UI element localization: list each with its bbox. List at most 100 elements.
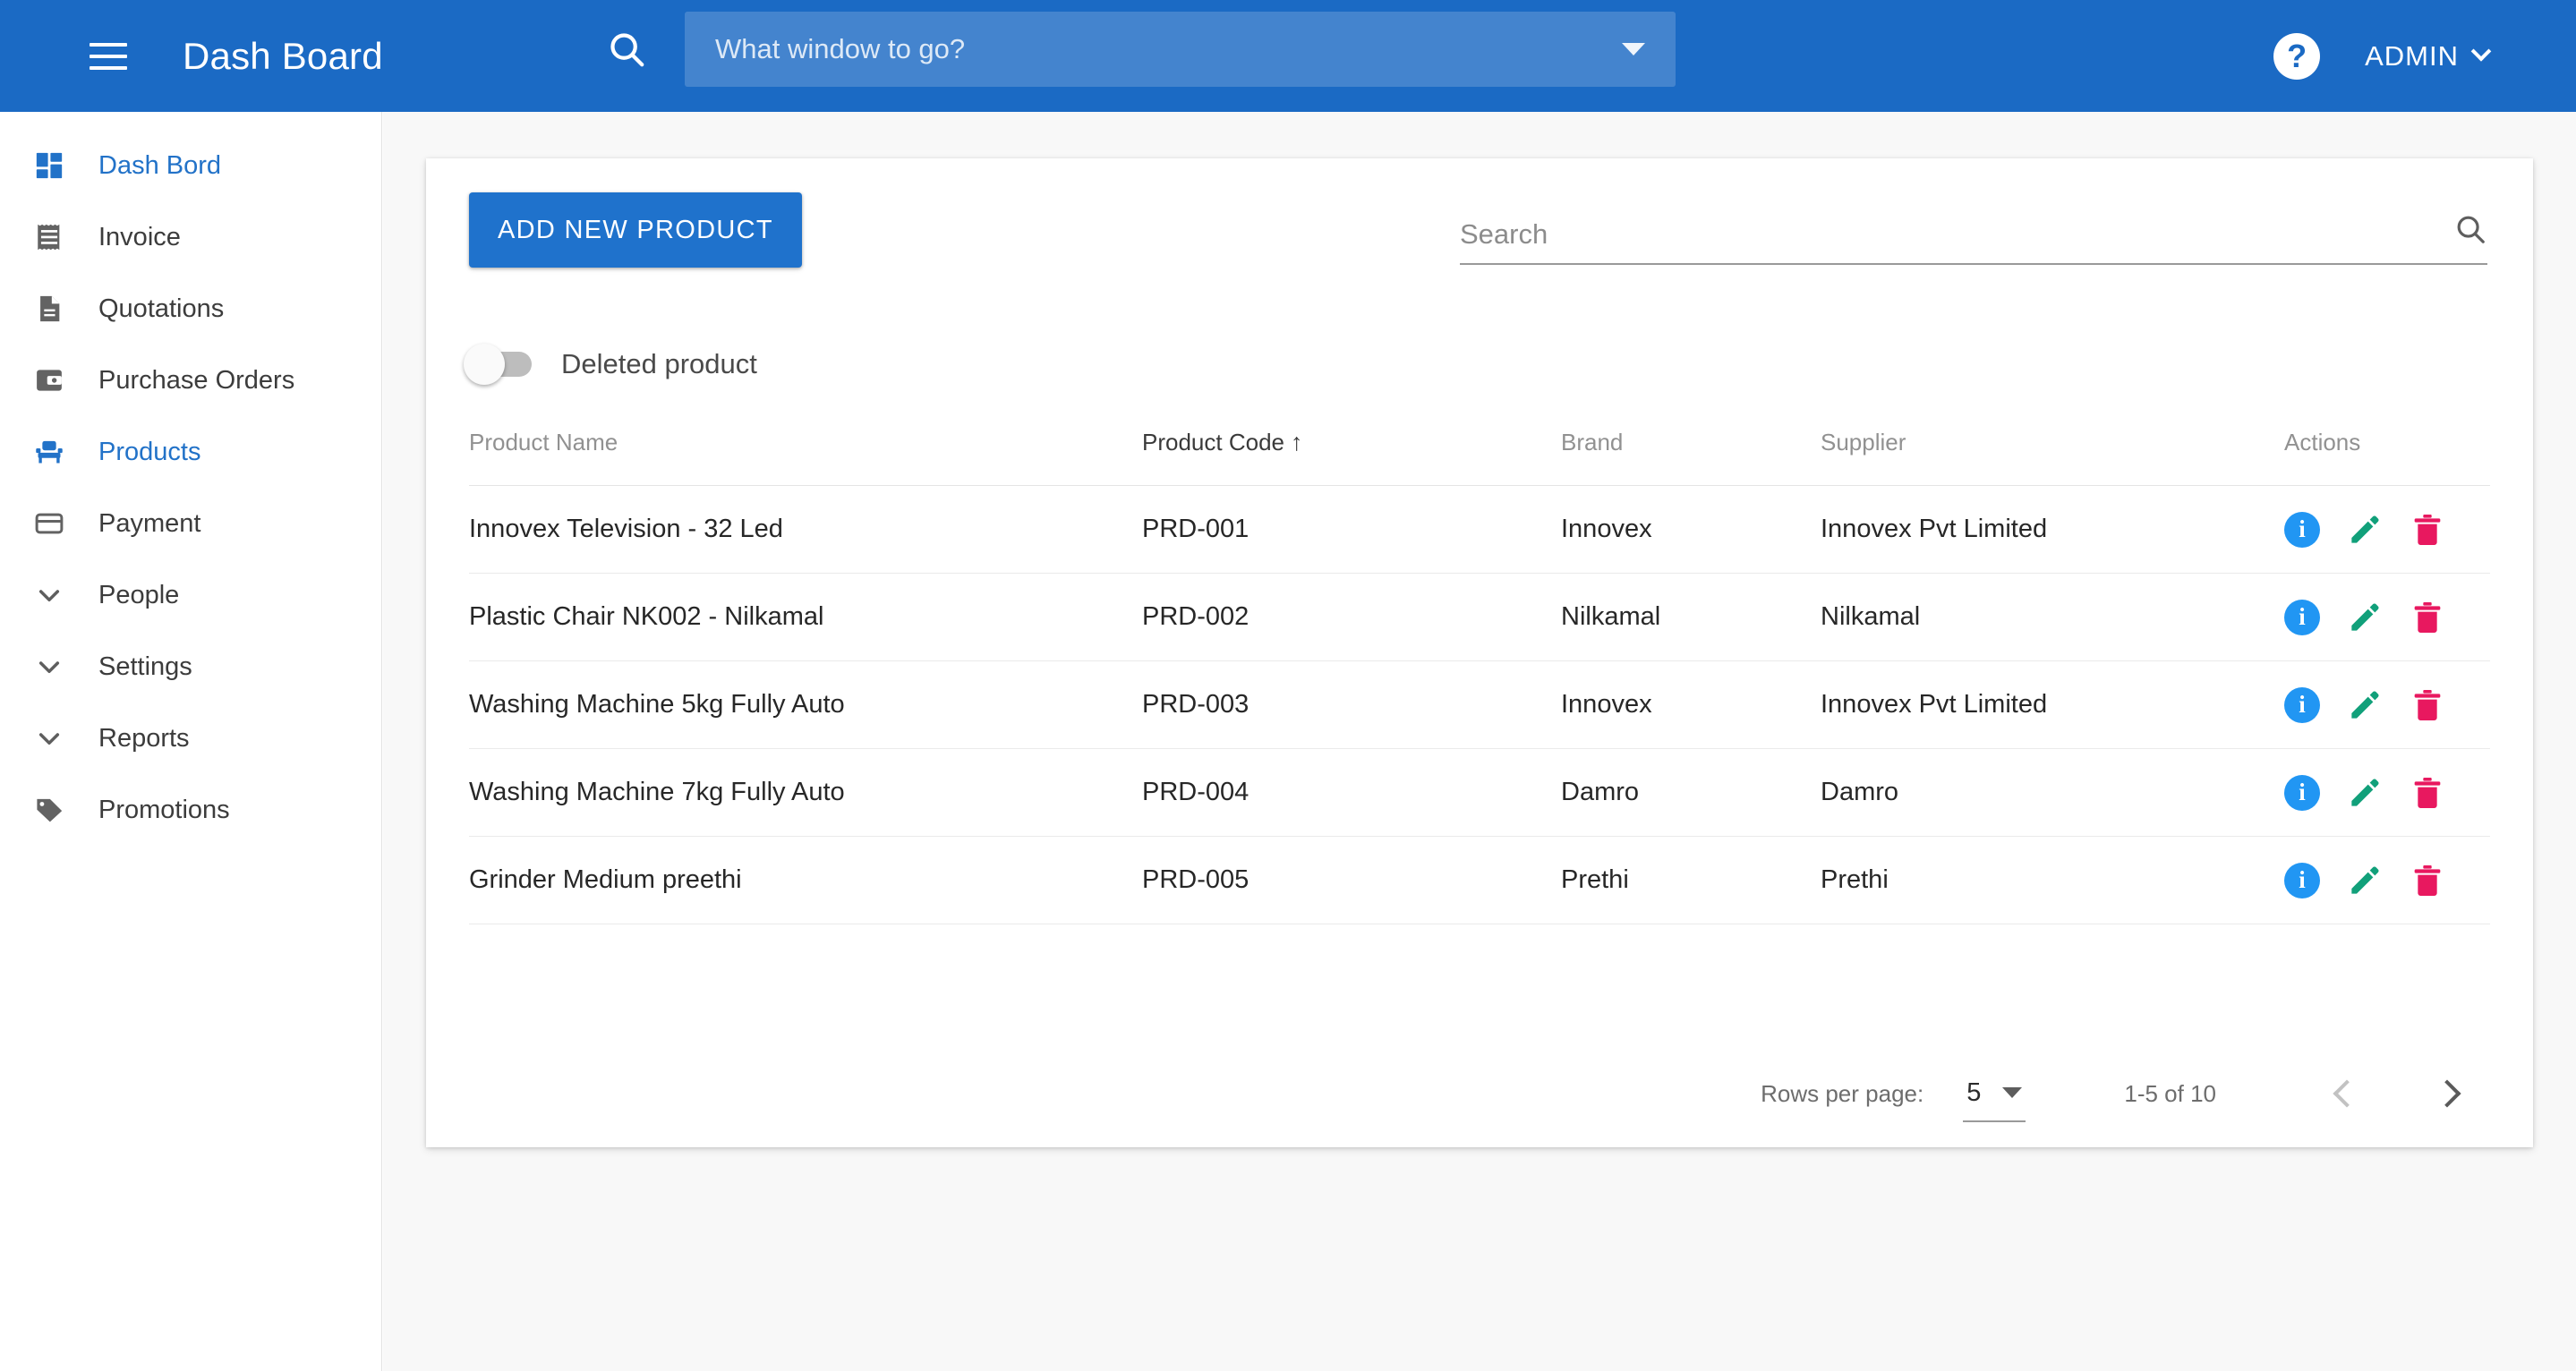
cell-supplier: Innovex Pvt Limited bbox=[1821, 660, 2284, 749]
pencil-edit-icon[interactable] bbox=[2347, 863, 2383, 898]
pagination-range-label: 1-5 of 10 bbox=[2124, 1079, 2216, 1107]
top-app-bar: Dash Board What window to go? ? ADMIN bbox=[0, 0, 2576, 112]
dashboard-grid-icon bbox=[0, 150, 98, 181]
next-page-button[interactable] bbox=[2413, 1060, 2481, 1128]
sidebar-item-label: Reports bbox=[98, 723, 190, 753]
row-action-group: i bbox=[2284, 686, 2490, 723]
products-card: ADD NEW PRODUCT Search Deleted product P… bbox=[426, 158, 2533, 1147]
search-icon[interactable] bbox=[601, 24, 652, 74]
trash-delete-icon[interactable] bbox=[2410, 687, 2445, 723]
invoice-receipt-icon bbox=[0, 222, 98, 252]
cell-supplier: Innovex Pvt Limited bbox=[1821, 485, 2284, 574]
table-row[interactable]: Innovex Television - 32 Led PRD-001 Inno… bbox=[469, 485, 2490, 574]
sidebar-item-products[interactable]: Products bbox=[0, 416, 381, 488]
sort-ascending-icon: ↑ bbox=[1290, 429, 1303, 456]
menu-bar-3 bbox=[90, 65, 127, 70]
column-label: Product Name bbox=[469, 429, 618, 456]
pencil-edit-icon[interactable] bbox=[2347, 687, 2383, 723]
trash-delete-icon[interactable] bbox=[2410, 512, 2445, 548]
search-icon[interactable] bbox=[2453, 212, 2487, 251]
column-header-product-code[interactable]: Product Code ↑ bbox=[1142, 429, 1561, 486]
table-header: Product Name Product Code ↑ Brand Supplie… bbox=[469, 429, 2490, 486]
column-label: Product Code bbox=[1142, 429, 1284, 456]
cell-product-name: Innovex Television - 32 Led bbox=[469, 485, 1142, 574]
table-row[interactable]: Washing Machine 5kg Fully Auto PRD-003 I… bbox=[469, 660, 2490, 749]
info-circle-icon[interactable]: i bbox=[2284, 599, 2320, 635]
sidebar-item-label: People bbox=[98, 580, 180, 609]
cell-actions: i bbox=[2284, 485, 2490, 574]
admin-menu-button[interactable]: ADMIN bbox=[2365, 40, 2492, 72]
rows-per-page-value: 5 bbox=[1966, 1077, 1982, 1107]
table-row[interactable]: Washing Machine 7kg Fully Auto PRD-004 D… bbox=[469, 748, 2490, 837]
sidebar-item-label: Invoice bbox=[98, 222, 181, 251]
caret-down-icon bbox=[2002, 1087, 2023, 1098]
sidebar-item-settings[interactable]: Settings bbox=[0, 631, 381, 703]
sidebar-item-dash-bord[interactable]: Dash Bord bbox=[0, 130, 381, 201]
trash-delete-icon[interactable] bbox=[2410, 775, 2445, 811]
rows-per-page-select[interactable]: 5 bbox=[1963, 1078, 2026, 1122]
cell-product-code: PRD-004 bbox=[1142, 748, 1561, 837]
cell-product-code: PRD-002 bbox=[1142, 573, 1561, 661]
info-circle-icon[interactable]: i bbox=[2284, 862, 2320, 898]
search-input[interactable]: Search bbox=[1460, 212, 2487, 265]
armchair-icon bbox=[0, 437, 98, 467]
info-circle-icon[interactable]: i bbox=[2284, 511, 2320, 548]
credit-card-icon bbox=[0, 508, 98, 539]
chevron-down-icon bbox=[0, 652, 98, 681]
cell-actions: i bbox=[2284, 836, 2490, 924]
global-search-input[interactable]: What window to go? bbox=[685, 12, 1676, 87]
pencil-edit-icon[interactable] bbox=[2347, 775, 2383, 811]
sidebar-item-promotions[interactable]: Promotions bbox=[0, 774, 381, 846]
table-row[interactable]: Plastic Chair NK002 - Nilkamal PRD-002 N… bbox=[469, 573, 2490, 661]
cell-product-name: Plastic Chair NK002 - Nilkamal bbox=[469, 573, 1142, 661]
cell-product-name: Washing Machine 5kg Fully Auto bbox=[469, 660, 1142, 749]
cell-brand: Innovex bbox=[1561, 485, 1821, 574]
previous-page-button[interactable] bbox=[2313, 1060, 2381, 1128]
sidebar-item-people[interactable]: People bbox=[0, 559, 381, 631]
row-action-group: i bbox=[2284, 511, 2490, 548]
sidebar-item-invoice[interactable]: Invoice bbox=[0, 201, 381, 273]
global-search-placeholder: What window to go? bbox=[715, 33, 966, 64]
pencil-edit-icon[interactable] bbox=[2347, 512, 2383, 548]
tag-icon bbox=[0, 795, 98, 825]
sidebar-item-label: Promotions bbox=[98, 795, 230, 824]
sidebar-item-payment[interactable]: Payment bbox=[0, 488, 381, 559]
sidebar-item-reports[interactable]: Reports bbox=[0, 703, 381, 774]
app-bar-right-actions: ? ADMIN bbox=[2273, 0, 2492, 112]
rows-per-page-label: Rows per page: bbox=[1761, 1079, 1924, 1107]
column-header-product-name[interactable]: Product Name bbox=[469, 429, 1142, 486]
help-question-icon[interactable]: ? bbox=[2273, 32, 2321, 80]
column-header-actions: Actions bbox=[2284, 429, 2490, 486]
sidebar-item-label: Payment bbox=[98, 508, 201, 538]
wallet-icon bbox=[0, 365, 98, 396]
column-header-brand[interactable]: Brand bbox=[1561, 429, 1821, 486]
info-circle-icon[interactable]: i bbox=[2284, 774, 2320, 811]
cell-product-name: Grinder Medium preethi bbox=[469, 836, 1142, 924]
add-new-product-button[interactable]: ADD NEW PRODUCT bbox=[469, 192, 802, 268]
table-row[interactable]: Grinder Medium preethi PRD-005 Prethi Pr… bbox=[469, 836, 2490, 924]
trash-delete-icon[interactable] bbox=[2410, 863, 2445, 898]
chevron-down-icon bbox=[0, 724, 98, 753]
cell-supplier: Damro bbox=[1821, 748, 2284, 837]
info-circle-icon[interactable]: i bbox=[2284, 686, 2320, 723]
document-icon bbox=[0, 294, 98, 324]
column-header-supplier[interactable]: Supplier bbox=[1821, 429, 2284, 486]
sidebar-item-quotations[interactable]: Quotations bbox=[0, 273, 381, 345]
deleted-product-toggle[interactable] bbox=[464, 344, 532, 385]
sidebar-item-label: Settings bbox=[98, 651, 192, 681]
sidebar-item-label: Quotations bbox=[98, 294, 225, 323]
cell-brand: Prethi bbox=[1561, 836, 1821, 924]
chevron-right-icon bbox=[2433, 1079, 2461, 1108]
trash-delete-icon[interactable] bbox=[2410, 600, 2445, 635]
caret-down-icon[interactable] bbox=[1622, 43, 1645, 55]
cell-brand: Innovex bbox=[1561, 660, 1821, 749]
pencil-edit-icon[interactable] bbox=[2347, 600, 2383, 635]
chevron-down-icon bbox=[0, 581, 98, 609]
cell-brand: Damro bbox=[1561, 748, 1821, 837]
sidebar-item-purchase-orders[interactable]: Purchase Orders bbox=[0, 345, 381, 416]
hamburger-menu-icon[interactable] bbox=[77, 25, 140, 88]
row-action-group: i bbox=[2284, 599, 2490, 635]
cell-brand: Nilkamal bbox=[1561, 573, 1821, 661]
sidebar-item-label: Dash Bord bbox=[98, 150, 222, 180]
cell-actions: i bbox=[2284, 660, 2490, 749]
